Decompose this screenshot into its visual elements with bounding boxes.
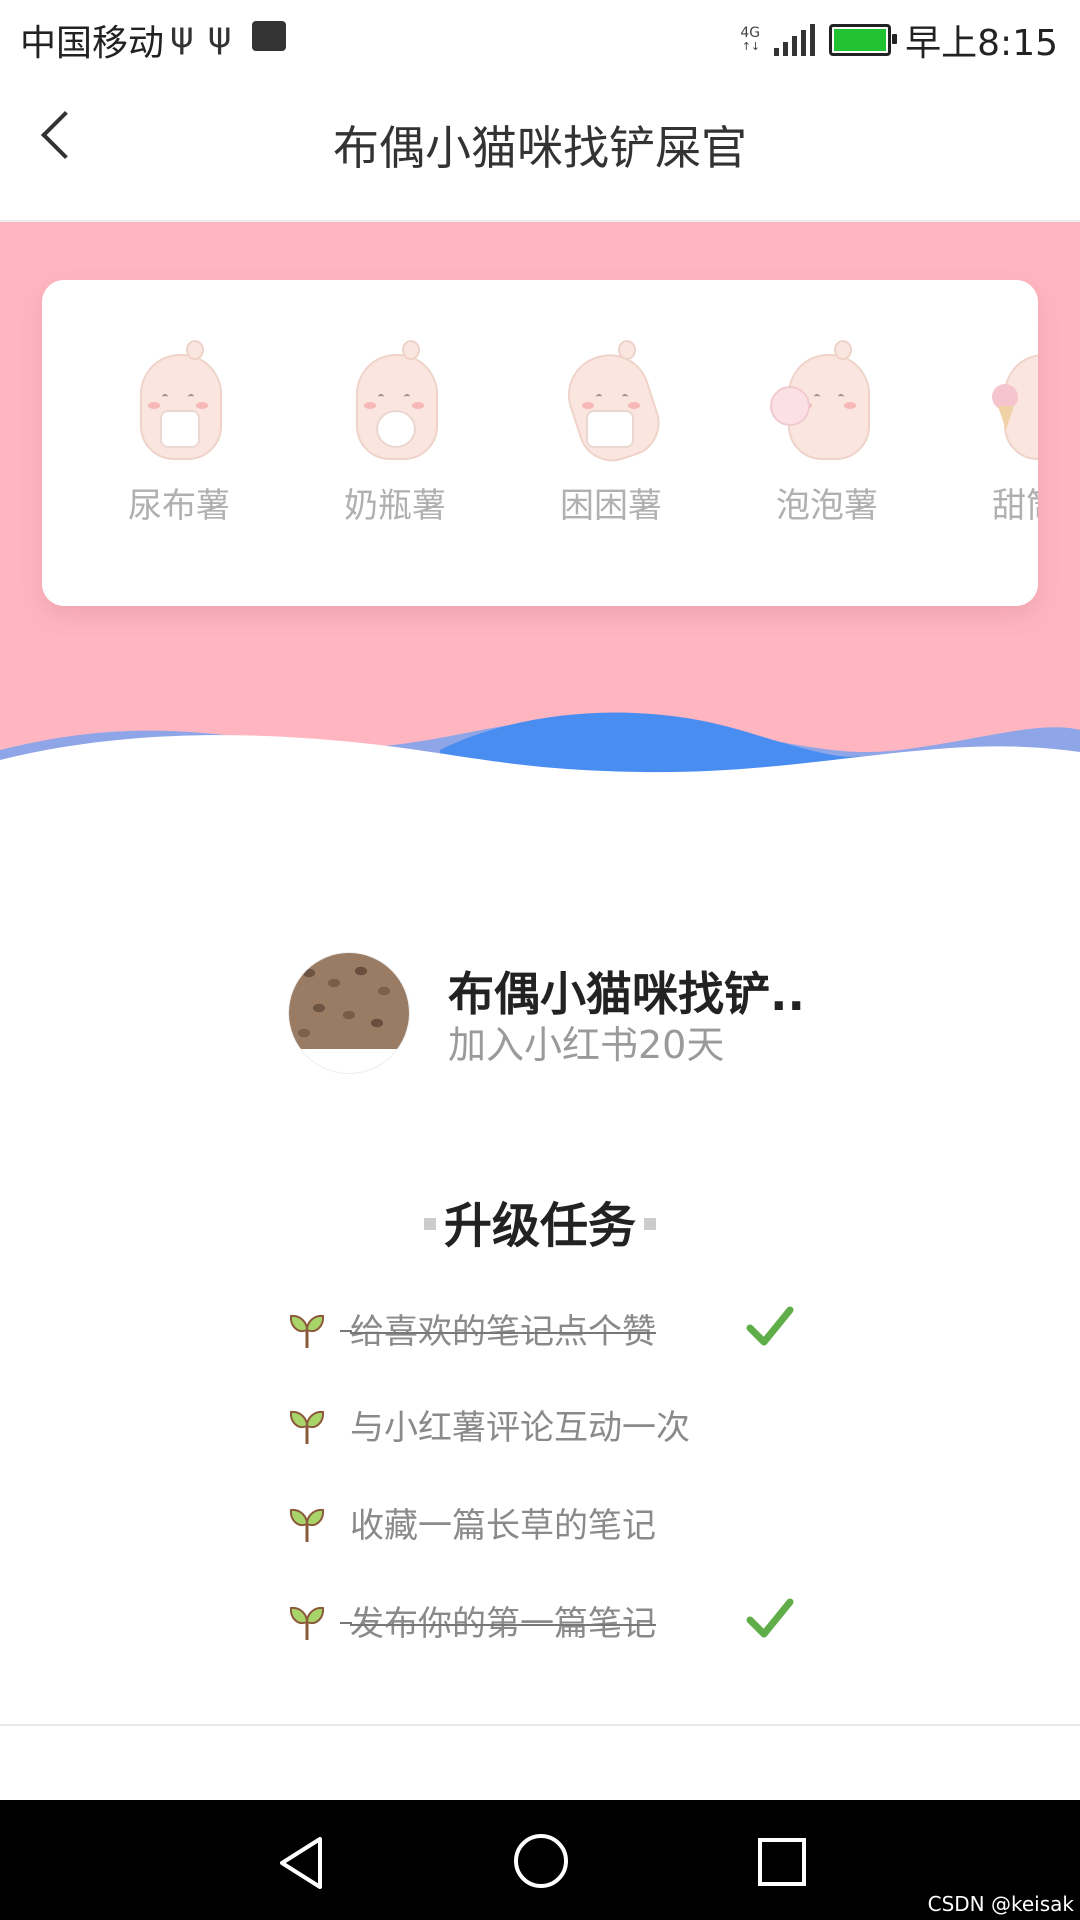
- level-item[interactable]: 泡泡薯: [742, 340, 912, 527]
- status-right: 4G ↑↓ 早上8:15: [740, 14, 1058, 66]
- task-label: 发布你的第一篇笔记: [350, 1604, 656, 1644]
- sprout-icon: [289, 1606, 325, 1640]
- tasks-title: 升级任务: [443, 1198, 636, 1254]
- level-label: 奶瓶薯: [344, 486, 446, 526]
- level-item[interactable]: 困困薯: [526, 340, 696, 527]
- wave-decoration: [0, 712, 1080, 830]
- level-item[interactable]: 奶瓶薯: [310, 340, 480, 527]
- bottle-potato-icon: [350, 340, 440, 460]
- check-icon: [746, 1306, 794, 1346]
- profile-joined: 加入小红书20天: [448, 1023, 725, 1067]
- battery-icon: [829, 24, 898, 56]
- title-dot-right: [644, 1218, 656, 1230]
- task-label: 收藏一篇长草的笔记: [350, 1506, 656, 1546]
- status-icons: ψ ψ: [170, 14, 286, 58]
- level-label: 困困薯: [560, 486, 662, 526]
- level-card[interactable]: 尿布薯 奶瓶薯 困困薯 泡泡薯 甜: [42, 280, 1038, 606]
- level-carousel[interactable]: 尿布薯 奶瓶薯 困困薯 泡泡薯 甜: [42, 280, 1038, 606]
- avatar[interactable]: [288, 952, 410, 1074]
- level-label: 尿布薯: [128, 486, 230, 526]
- diaper-potato-icon: [134, 340, 224, 460]
- clock: 早上8:15: [905, 23, 1058, 64]
- sprout-icon: [289, 1410, 325, 1444]
- usb-icon: ψ: [170, 15, 194, 56]
- signal-icon: [774, 24, 816, 56]
- icecream-potato-icon: [992, 340, 1038, 460]
- nav-back-icon[interactable]: [276, 1835, 332, 1891]
- level-item[interactable]: 尿布薯: [94, 340, 264, 527]
- carrier-label: 中国移动: [20, 23, 165, 64]
- bottom-divider: [0, 1724, 1080, 1726]
- level-label: 泡泡薯: [776, 486, 878, 526]
- bubble-potato-icon: [770, 340, 872, 460]
- usb-icon: ψ: [207, 15, 232, 56]
- task-item[interactable]: 与小红薯评论互动一次: [284, 1396, 804, 1456]
- sprout-icon: [289, 1508, 325, 1542]
- watermark: CSDN @keisak: [927, 1892, 1074, 1916]
- level-item[interactable]: 甜筒薯: [958, 340, 1038, 527]
- check-icon: [746, 1598, 794, 1638]
- task-label: 给喜欢的笔记点个赞: [350, 1312, 656, 1352]
- network-type: 4G ↑↓: [740, 25, 761, 53]
- task-item[interactable]: 收藏一篇长草的笔记: [284, 1494, 804, 1554]
- level-label: 甜筒薯: [992, 486, 1038, 526]
- sleepy-potato-icon: [557, 340, 669, 471]
- huawei-icon: [251, 21, 286, 51]
- nav-recent-icon[interactable]: [758, 1838, 806, 1886]
- task-item[interactable]: 发布你的第一篇笔记: [284, 1592, 804, 1652]
- page-title: 布偶小猫咪找铲屎官: [333, 121, 747, 175]
- nav-home-icon[interactable]: [514, 1834, 568, 1888]
- task-label: 与小红薯评论互动一次: [350, 1408, 690, 1448]
- task-item[interactable]: 给喜欢的笔记点个赞: [284, 1300, 804, 1360]
- sprout-icon: [289, 1314, 325, 1348]
